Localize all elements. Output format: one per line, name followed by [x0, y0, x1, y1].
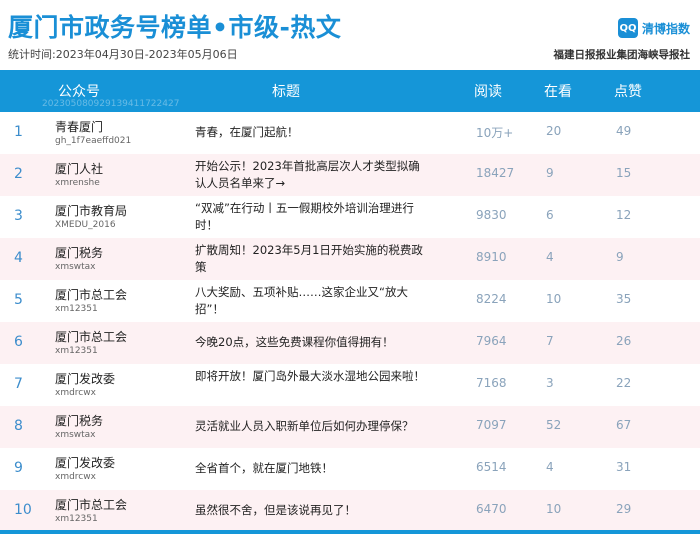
watching-count: 7 — [546, 334, 554, 348]
article-title[interactable]: 虽然很不舍，但是该说再见了！ — [195, 502, 430, 519]
table-row[interactable]: 5 厦门市总工会 xm12351 八大奖励、五项补贴……这家企业又“放大招”！ 8224… — [0, 280, 700, 322]
account-name[interactable]: 厦门人社 — [55, 160, 103, 177]
brand-logo-icon: QQ — [617, 18, 638, 38]
watching-count: 52 — [546, 418, 562, 432]
watching-count: 10 — [546, 502, 562, 516]
likes-count: 31 — [616, 460, 632, 474]
account-name[interactable]: 厦门发改委 — [55, 454, 115, 471]
article-title[interactable]: 开始公示！2023年首批高层次人才类型拟确认人员名单来了→ — [195, 158, 430, 192]
table-row[interactable]: 2 厦门人社 xmrenshe 开始公示！2023年首批高层次人才类型拟确认人员名单来… — [0, 154, 700, 196]
watching-count: 10 — [546, 292, 562, 306]
reads-count: 6514 — [476, 460, 507, 474]
reads-count: 9830 — [476, 208, 507, 222]
reads-count: 8224 — [476, 292, 507, 306]
page-header: 厦门市政务号榜单•市级-热文 统计时间:2023年04月30日-2023年05月… — [0, 0, 700, 70]
table-row[interactable]: 7 厦门发改委 xmdrcwx 即将开放！厦门岛外最大淡水湿地公园来啦！ 7168 3 22 — [0, 364, 700, 406]
article-title[interactable]: 今晚20点，这些免费课程你值得拥有！ — [195, 334, 430, 351]
account-name[interactable]: 厦门发改委 — [55, 370, 115, 387]
column-likes: 点赞 — [614, 84, 642, 100]
likes-count: 9 — [616, 250, 624, 264]
article-title[interactable]: 灵活就业人员入职新单位后如何办理停保？ — [195, 418, 430, 435]
reads-count: 18427 — [476, 166, 515, 180]
account-id: xmswtax — [55, 262, 96, 272]
column-reads: 阅读 — [474, 84, 502, 100]
watching-count: 6 — [546, 208, 554, 222]
row-rank: 1 — [14, 124, 23, 140]
reads-count: 8910 — [476, 250, 507, 264]
column-watching: 在看 — [544, 84, 572, 100]
column-account: 公众号 — [58, 84, 100, 100]
table-row[interactable]: 8 厦门税务 xmswtax 灵活就业人员入职新单位后如何办理停保？ 7097 52 67 — [0, 406, 700, 448]
article-title[interactable]: 即将开放！厦门岛外最大淡水湿地公园来啦！ — [195, 368, 430, 385]
account-name[interactable]: 厦门税务 — [55, 244, 103, 261]
account-name[interactable]: 厦门市总工会 — [55, 286, 127, 303]
article-title[interactable]: 扩散周知！2023年5月1日开始实施的税费政策 — [195, 242, 430, 276]
row-rank: 8 — [14, 418, 23, 434]
row-rank: 5 — [14, 292, 23, 308]
table-row[interactable]: 4 厦门税务 xmswtax 扩散周知！2023年5月1日开始实施的税费政策 8910 4… — [0, 238, 700, 280]
account-id: XMEDU_2016 — [55, 220, 116, 230]
watching-count: 4 — [546, 460, 554, 474]
watching-count: 3 — [546, 376, 554, 390]
likes-count: 67 — [616, 418, 632, 432]
table-row[interactable]: 3 厦门市教育局 XMEDU_2016 “双减”在行动丨五一假期校外培训治理进行时！ 9… — [0, 196, 700, 238]
reads-count: 7097 — [476, 418, 507, 432]
account-id: gh_1f7eaeffd021 — [55, 136, 132, 146]
table-row[interactable]: 9 厦门发改委 xmdrcwx 全省首个，就在厦门地铁！ 6514 4 31 — [0, 448, 700, 490]
account-id: xmrenshe — [55, 178, 100, 188]
row-rank: 4 — [14, 250, 23, 266]
likes-count: 12 — [616, 208, 632, 222]
brand-name: 清博指数 — [641, 21, 690, 36]
account-id: xmdrcwx — [55, 388, 96, 398]
article-title[interactable]: 八大奖励、五项补贴……这家企业又“放大招”！ — [195, 284, 430, 318]
bottom-divider — [0, 530, 700, 534]
likes-count: 29 — [616, 502, 632, 516]
table-header-id: 20230508092913941172242​7 — [42, 99, 180, 109]
ranking-table: 公众号 标题 阅读 在看 点赞 20230508092913941172242​… — [0, 70, 700, 560]
row-rank: 9 — [14, 460, 23, 476]
account-name[interactable]: 厦门市总工会 — [55, 496, 127, 513]
account-name[interactable]: 厦门市总工会 — [55, 328, 127, 345]
likes-count: 15 — [616, 166, 632, 180]
article-title[interactable]: 全省首个，就在厦门地铁！ — [195, 460, 430, 477]
account-id: xmdrcwx — [55, 472, 96, 482]
table-row[interactable]: 1 青春厦门 gh_1f7eaeffd021 青春，在厦门起航！ 10万+ 20 49 — [0, 112, 700, 154]
watching-count: 4 — [546, 250, 554, 264]
reads-count: 7964 — [476, 334, 507, 348]
row-rank: 3 — [14, 208, 23, 224]
stat-period: 统计时间:2023年04月30日-2023年05月06日 — [8, 48, 238, 61]
row-rank: 7 — [14, 376, 23, 392]
likes-count: 49 — [616, 124, 632, 138]
reads-count: 6470 — [476, 502, 507, 516]
account-name[interactable]: 青春厦门 — [55, 118, 103, 135]
likes-count: 22 — [616, 376, 632, 390]
publisher: 福建日报报业集团海峡导报社 — [553, 49, 691, 61]
account-id: xm12351 — [55, 346, 98, 356]
table-row[interactable]: 10 厦门市总工会 xm12351 虽然很不舍，但是该说再见了！ 6470 10 29 — [0, 490, 700, 532]
row-rank: 6 — [14, 334, 23, 350]
table-header: 公众号 标题 阅读 在看 点赞 20230508092913941172242​… — [0, 70, 700, 112]
account-id: xm12351 — [55, 514, 98, 524]
likes-count: 26 — [616, 334, 632, 348]
likes-count: 35 — [616, 292, 632, 306]
table-row[interactable]: 6 厦门市总工会 xm12351 今晚20点，这些免费课程你值得拥有！ 7964 7 26 — [0, 322, 700, 364]
row-rank: 10 — [14, 502, 32, 518]
account-id: xm12351 — [55, 304, 98, 314]
column-title: 标题 — [272, 84, 300, 100]
row-rank: 2 — [14, 166, 23, 182]
account-id: xmswtax — [55, 430, 96, 440]
brand: QQ 清博指数 — [617, 18, 690, 38]
watching-count: 9 — [546, 166, 554, 180]
article-title[interactable]: “双减”在行动丨五一假期校外培训治理进行时！ — [195, 200, 430, 234]
article-title[interactable]: 青春，在厦门起航！ — [195, 124, 430, 141]
page-title: 厦门市政务号榜单•市级-热文 — [8, 13, 342, 42]
reads-count: 10万+ — [476, 126, 514, 140]
reads-count: 7168 — [476, 376, 507, 390]
watching-count: 20 — [546, 124, 562, 138]
account-name[interactable]: 厦门市教育局 — [55, 202, 127, 219]
account-name[interactable]: 厦门税务 — [55, 412, 103, 429]
